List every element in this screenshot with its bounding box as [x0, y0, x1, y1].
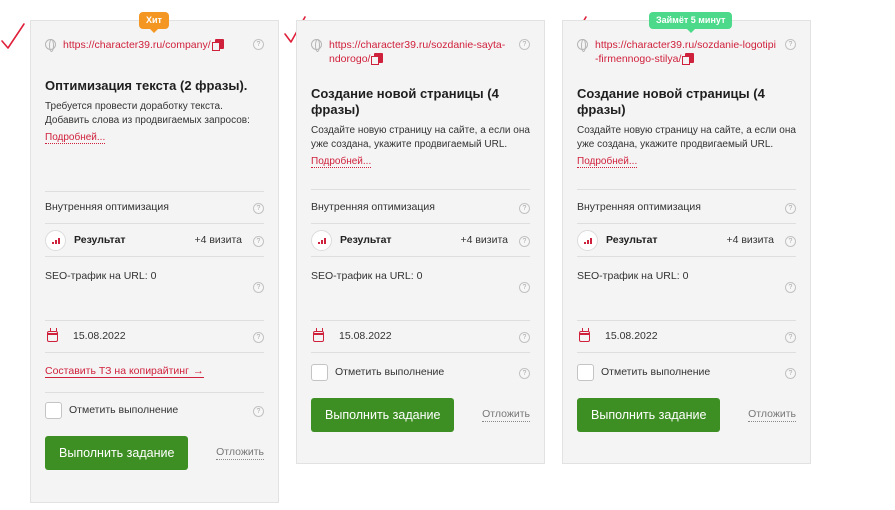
internal-optimization-row: Внутренняя оптимизация ? [311, 189, 530, 223]
result-label: Результат [340, 234, 392, 246]
calendar-icon [313, 328, 324, 342]
bar-chart-icon [45, 230, 66, 251]
help-icon[interactable]: ? [253, 203, 264, 214]
task-card: Займёт 5 минут https://character39.ru/so… [562, 12, 811, 464]
globe-icon [45, 39, 56, 52]
help-icon[interactable]: ? [785, 332, 796, 343]
help-icon[interactable]: ? [253, 406, 264, 417]
date-row: 15.08.2022 ? [45, 320, 264, 352]
help-icon[interactable]: ? [785, 39, 796, 50]
help-icon[interactable]: ? [519, 332, 530, 343]
mark-done-row: Отметить выполнение ? [577, 352, 796, 390]
help-icon[interactable]: ? [785, 282, 796, 293]
help-icon[interactable]: ? [253, 332, 264, 343]
help-icon[interactable]: ? [253, 282, 264, 293]
bar-chart-icon [577, 230, 598, 251]
result-row: Результат +4 визита ? [577, 223, 796, 256]
do-task-button[interactable]: Выполнить задание [45, 436, 189, 470]
help-icon[interactable]: ? [785, 236, 796, 247]
seo-traffic-label: SEO-трафик на URL: 0 [45, 270, 157, 282]
checkmark-annotation-icon [1, 23, 25, 49]
copy-icon[interactable] [371, 53, 384, 65]
copywriting-brief-link[interactable]: Составить ТЗ на копирайтинг → [45, 365, 204, 378]
more-link[interactable]: Подробней... [45, 132, 106, 144]
date-row: 15.08.2022 ? [311, 320, 530, 352]
postpone-link[interactable]: Отложить [482, 408, 530, 422]
help-icon[interactable]: ? [253, 39, 264, 50]
mark-done-row: Отметить выполнение ? [311, 352, 530, 390]
help-icon[interactable]: ? [785, 203, 796, 214]
task-title: Создание новой страницы (4 фразы) [311, 86, 499, 117]
url-row: https://character39.ru/sozdanie-logotipi… [577, 21, 796, 66]
help-icon[interactable]: ? [519, 368, 530, 379]
help-icon[interactable]: ? [519, 203, 530, 214]
bar-chart-icon [311, 230, 332, 251]
mark-done-row: Отметить выполнение ? [45, 392, 264, 428]
seo-traffic-label: SEO-трафик на URL: 0 [577, 270, 689, 282]
result-value: +4 визита [460, 234, 508, 246]
internal-optimization-row: Внутренняя оптимизация ? [45, 191, 264, 223]
help-icon[interactable]: ? [519, 39, 530, 50]
mark-done-checkbox[interactable] [311, 364, 328, 381]
seo-traffic-row: SEO-трафик на URL: 0 ? [45, 256, 264, 320]
task-date: 15.08.2022 [339, 330, 392, 342]
calendar-icon [47, 328, 58, 342]
mark-done-label: Отметить выполнение [69, 404, 179, 416]
seo-traffic-row: SEO-трафик на URL: 0 ? [577, 256, 796, 320]
seo-traffic-label: SEO-трафик на URL: 0 [311, 270, 423, 282]
task-title: Оптимизация текста (2 фразы). [45, 78, 248, 93]
internal-optimization-label: Внутренняя оптимизация [311, 201, 435, 213]
task-description: Создайте новую страницу на сайте, а если… [311, 125, 530, 150]
copy-icon[interactable] [682, 53, 695, 65]
more-link[interactable]: Подробней... [577, 156, 638, 168]
task-description: Создайте новую страницу на сайте, а если… [577, 125, 796, 150]
do-task-button[interactable]: Выполнить задание [577, 398, 721, 432]
date-row: 15.08.2022 ? [577, 320, 796, 352]
task-date: 15.08.2022 [73, 330, 126, 342]
task-title: Создание новой страницы (4 фразы) [577, 86, 765, 117]
globe-icon [577, 39, 588, 52]
seo-traffic-row: SEO-трафик на URL: 0 ? [311, 256, 530, 320]
task-url-link[interactable]: https://character39.ru/company/ [63, 39, 211, 51]
do-task-button[interactable]: Выполнить задание [311, 398, 455, 432]
help-icon[interactable]: ? [785, 368, 796, 379]
calendar-icon [579, 328, 590, 342]
more-link[interactable]: Подробней... [311, 156, 372, 168]
internal-optimization-label: Внутренняя оптимизация [45, 201, 169, 213]
url-row: https://character39.ru/sozdanie-sayta-nd… [311, 21, 530, 66]
help-icon[interactable]: ? [253, 236, 264, 247]
postpone-link[interactable]: Отложить [216, 446, 264, 460]
arrow-right-icon: → [192, 365, 204, 377]
mark-done-checkbox[interactable] [45, 402, 62, 419]
task-date: 15.08.2022 [605, 330, 658, 342]
result-label: Результат [74, 234, 126, 246]
result-label: Результат [606, 234, 658, 246]
internal-optimization-row: Внутренняя оптимизация ? [577, 189, 796, 223]
internal-optimization-label: Внутренняя оптимизация [577, 201, 701, 213]
copy-icon[interactable] [211, 39, 224, 51]
help-icon[interactable]: ? [519, 282, 530, 293]
mark-done-checkbox[interactable] [577, 364, 594, 381]
task-card: https://character39.ru/sozdanie-sayta-nd… [296, 20, 545, 464]
result-value: +4 визита [726, 234, 774, 246]
task-card: Хит https://character39.ru/company/ ? Оп… [30, 12, 279, 503]
tz-row: Составить ТЗ на копирайтинг → [45, 352, 264, 392]
task-description: Требуется провести доработку текста. Доб… [45, 101, 250, 126]
task-url-link[interactable]: https://character39.ru/sozdanie-sayta-nd… [329, 39, 505, 65]
help-icon[interactable]: ? [519, 236, 530, 247]
mark-done-label: Отметить выполнение [601, 366, 711, 378]
mark-done-label: Отметить выполнение [335, 366, 445, 378]
result-value: +4 визита [194, 234, 242, 246]
postpone-link[interactable]: Отложить [748, 408, 796, 422]
result-row: Результат +4 визита ? [311, 223, 530, 256]
result-row: Результат +4 визита ? [45, 223, 264, 256]
url-row: https://character39.ru/company/ ? [45, 21, 264, 52]
globe-icon [311, 39, 322, 52]
